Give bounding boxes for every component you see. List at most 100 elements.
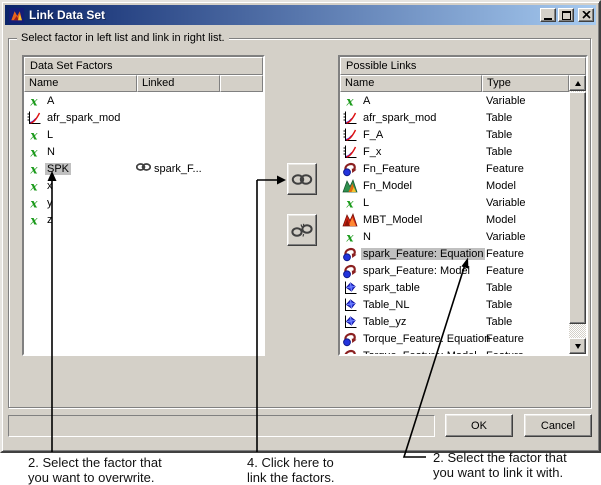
annotation-overwrite: 2. Select the factor that you want to ov… (28, 455, 162, 485)
close-button[interactable] (578, 8, 594, 22)
list-item[interactable]: x A Variable (340, 92, 569, 109)
item-type: Variable (486, 94, 526, 107)
item-label: z (47, 213, 53, 226)
column-header-name[interactable]: Name (24, 75, 137, 92)
item-type: Table (486, 298, 513, 311)
unlink-icon (291, 223, 313, 237)
item-type: Table (486, 111, 513, 124)
select-factor-groupbox: Select factor in left list and link in r… (8, 31, 591, 408)
list-item[interactable]: xz (24, 211, 263, 228)
minimize-icon (544, 17, 552, 20)
table-surface-icon (342, 297, 358, 313)
column-header-type[interactable]: Type (482, 75, 569, 92)
list-item[interactable]: spark_Feature: Equation Feature (340, 245, 569, 262)
annotation-line: 4. Click here to (247, 455, 334, 470)
list-item[interactable]: Torque_Feature: Equation Feature (340, 330, 569, 347)
list-item[interactable]: afr_spark_mod Table (340, 109, 569, 126)
linked-value: spark_F... (154, 162, 202, 175)
annotation-line: you want to link it with. (433, 464, 564, 480)
variable-icon: x (342, 229, 358, 245)
possible-links-list[interactable]: x A Variable afr_spark_mod Table F_A Table F_x T… (340, 92, 569, 354)
linked-cell: spark_F... (135, 162, 202, 175)
list-item[interactable]: Fn_Feature Feature (340, 160, 569, 177)
status-bar (8, 415, 435, 437)
table-surface-icon (342, 314, 358, 330)
list-item[interactable]: spark_table Table (340, 279, 569, 296)
svg-text:x: x (29, 128, 38, 142)
item-type: Feature (486, 350, 524, 355)
groupbox-label: Select factor in left list and link in r… (17, 31, 229, 45)
feature-icon (342, 331, 358, 347)
ok-button[interactable]: OK (445, 414, 513, 437)
variable-icon: x (26, 161, 42, 177)
column-header-name[interactable]: Name (340, 75, 482, 92)
item-label: Torque_Feature: Equation (363, 332, 491, 345)
table-curve-icon (342, 110, 358, 126)
column-header-spacer (220, 75, 263, 92)
feature-icon (342, 263, 358, 279)
maximize-button[interactable] (558, 8, 574, 22)
svg-text:x: x (29, 145, 38, 159)
scrollbar-thumb[interactable] (569, 92, 586, 324)
svg-text:x: x (29, 213, 38, 227)
svg-text:x: x (345, 94, 354, 108)
svg-text:x: x (29, 196, 38, 210)
list-item[interactable]: Table_NL Table (340, 296, 569, 313)
list-item[interactable]: xA (24, 92, 263, 109)
list-item[interactable]: Fn_Model Model (340, 177, 569, 194)
list-item[interactable]: spark_Feature: Model Feature (340, 262, 569, 279)
list-item[interactable]: MBT_Model Model (340, 211, 569, 228)
data-set-factors-list[interactable]: x Aafr_spark_mod x Lx Nx SPK spark_F... x x x y x z (24, 92, 263, 354)
list-item[interactable]: Torque_Feature: Model Feature (340, 347, 569, 354)
maximize-icon (561, 10, 571, 20)
vertical-scrollbar[interactable] (569, 75, 586, 354)
item-label: spark_Feature: Equation (361, 247, 486, 260)
item-label: y (47, 196, 53, 209)
possible-links-panel: Possible Links Name Type x A Variable afr_s… (338, 55, 588, 356)
arrow-up-icon (574, 80, 581, 86)
feature-icon (342, 246, 358, 262)
svg-text:x: x (29, 94, 38, 108)
minimize-button[interactable] (540, 8, 556, 22)
annotation-line: you want to overwrite. (28, 469, 155, 485)
item-type: Table (486, 128, 513, 141)
list-item[interactable]: x L Variable (340, 194, 569, 211)
right-column-headers: Name Type (340, 75, 569, 92)
item-type: Model (486, 213, 516, 226)
item-label: Fn_Model (363, 179, 412, 192)
item-type: Table (486, 281, 513, 294)
item-label: N (47, 145, 55, 158)
item-type: Table (486, 145, 513, 158)
item-label: MBT_Model (363, 213, 423, 226)
list-item[interactable]: F_x Table (340, 143, 569, 160)
item-label: L (47, 128, 54, 141)
item-label: afr_spark_mod (47, 111, 121, 124)
variable-icon: x (26, 178, 42, 194)
matlab-logo-icon (9, 7, 24, 23)
list-item[interactable]: xx (24, 177, 263, 194)
item-label: N (363, 230, 371, 243)
list-item[interactable]: x SPK spark_F... (24, 160, 263, 177)
list-item[interactable]: xL (24, 126, 263, 143)
item-type: Feature (486, 162, 524, 175)
list-item[interactable]: x N Variable (340, 228, 569, 245)
item-label: A (47, 94, 55, 107)
scroll-down-button[interactable] (569, 338, 586, 354)
item-label: Fn_Feature (363, 162, 420, 175)
cancel-button[interactable]: Cancel (524, 414, 592, 437)
scroll-up-button[interactable] (569, 75, 586, 91)
title-bar[interactable]: Link Data Set (5, 5, 596, 25)
list-item[interactable]: Table_yz Table (340, 313, 569, 330)
unlink-button[interactable] (287, 214, 317, 246)
list-item[interactable]: afr_spark_mod (24, 109, 263, 126)
item-label: spark_table (363, 281, 420, 294)
link-icon (291, 173, 313, 185)
list-item[interactable]: xy (24, 194, 263, 211)
table-curve-icon (342, 144, 358, 160)
column-header-linked[interactable]: Linked (137, 75, 220, 92)
list-item[interactable]: F_A Table (340, 126, 569, 143)
list-item[interactable]: xN (24, 143, 263, 160)
feature-icon (342, 161, 358, 177)
link-button[interactable] (287, 163, 317, 195)
item-label: F_x (363, 145, 382, 158)
